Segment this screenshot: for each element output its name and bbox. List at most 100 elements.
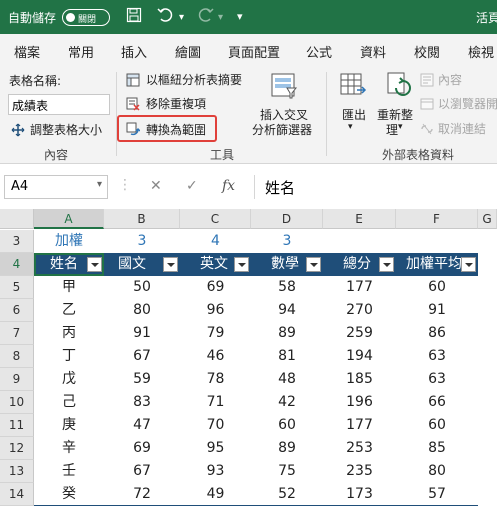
pivot-summary-button[interactable]: 以樞紐分析表摘要 <box>146 71 242 88</box>
english-cell[interactable]: 96 <box>180 299 251 322</box>
english-cell[interactable]: 69 <box>180 276 251 299</box>
column-header-a[interactable]: A <box>34 209 104 229</box>
insert-function-icon[interactable]: fx <box>222 178 235 194</box>
refresh-dropdown-icon[interactable]: ▾ <box>398 122 403 132</box>
formula-input[interactable]: 姓名 <box>254 175 497 199</box>
table-header-cell[interactable]: 國文 <box>104 253 180 276</box>
chinese-cell[interactable]: 67 <box>104 460 180 483</box>
name-cell[interactable]: 庚 <box>34 414 104 437</box>
total-cell[interactable]: 259 <box>323 322 396 345</box>
column-header-f[interactable]: F <box>396 209 478 229</box>
name-cell[interactable]: 壬 <box>34 460 104 483</box>
english-cell[interactable]: 70 <box>180 414 251 437</box>
filter-dropdown-icon[interactable] <box>461 257 476 272</box>
export-dropdown-icon[interactable]: ▾ <box>348 122 353 132</box>
english-cell[interactable]: 79 <box>180 322 251 345</box>
select-all-corner[interactable] <box>0 209 34 229</box>
save-icon[interactable] <box>126 7 142 27</box>
weighted-avg-cell[interactable]: 85 <box>396 437 478 460</box>
export-button[interactable]: 匯出 <box>342 106 366 123</box>
open-in-browser-button[interactable]: 以瀏覽器開 <box>438 95 497 112</box>
total-cell[interactable]: 177 <box>323 414 396 437</box>
english-cell[interactable]: 93 <box>180 460 251 483</box>
english-cell[interactable]: 46 <box>180 345 251 368</box>
chinese-cell[interactable]: 80 <box>104 299 180 322</box>
english-cell[interactable]: 78 <box>180 368 251 391</box>
english-cell[interactable]: 49 <box>180 483 251 506</box>
refresh-button-line2[interactable]: 理 <box>386 121 398 138</box>
tab-page-layout[interactable]: 頁面配置 <box>228 42 280 61</box>
total-cell[interactable]: 270 <box>323 299 396 322</box>
row-header-11[interactable]: 11 <box>0 414 34 437</box>
filter-dropdown-icon[interactable] <box>379 257 394 272</box>
convert-to-range-button[interactable]: 轉換為範圍 <box>146 121 206 138</box>
math-cell[interactable]: 42 <box>251 391 323 414</box>
column-header-e[interactable]: E <box>323 209 396 229</box>
redo-dropdown-icon[interactable]: ▾ <box>218 12 223 23</box>
total-cell[interactable]: 235 <box>323 460 396 483</box>
chinese-cell[interactable]: 59 <box>104 368 180 391</box>
undo-dropdown-icon[interactable]: ▾ <box>179 12 184 23</box>
math-cell[interactable]: 52 <box>251 483 323 506</box>
weighted-avg-cell[interactable]: 63 <box>396 368 478 391</box>
cancel-icon[interactable]: ✕ <box>150 178 162 194</box>
english-cell[interactable]: 95 <box>180 437 251 460</box>
tab-draw[interactable]: 繪圖 <box>175 42 201 61</box>
row-header-5[interactable]: 5 <box>0 276 34 299</box>
math-cell[interactable]: 75 <box>251 460 323 483</box>
total-cell[interactable]: 194 <box>323 345 396 368</box>
row-header-6[interactable]: 6 <box>0 299 34 322</box>
tab-data[interactable]: 資料 <box>360 42 386 61</box>
filter-dropdown-icon[interactable] <box>234 257 249 272</box>
column-header-g[interactable]: G <box>478 209 497 229</box>
undo-icon[interactable] <box>157 7 175 27</box>
weight-cell[interactable]: 3 <box>251 230 323 253</box>
row-header-14[interactable]: 14 <box>0 483 34 506</box>
row-header-12[interactable]: 12 <box>0 437 34 460</box>
english-cell[interactable]: 71 <box>180 391 251 414</box>
chinese-cell[interactable]: 72 <box>104 483 180 506</box>
filter-dropdown-icon[interactable] <box>87 257 102 272</box>
customize-qat-icon[interactable]: ▾ <box>237 10 243 23</box>
chinese-cell[interactable]: 47 <box>104 414 180 437</box>
chinese-cell[interactable]: 91 <box>104 322 180 345</box>
weighted-avg-cell[interactable]: 60 <box>396 276 478 299</box>
table-header-cell[interactable]: 加權平均 <box>396 253 478 276</box>
autosave-toggle[interactable]: 關閉 <box>62 9 110 26</box>
weighted-avg-cell[interactable]: 63 <box>396 345 478 368</box>
name-cell[interactable]: 己 <box>34 391 104 414</box>
chinese-cell[interactable]: 69 <box>104 437 180 460</box>
row-header-10[interactable]: 10 <box>0 391 34 414</box>
total-cell[interactable]: 173 <box>323 483 396 506</box>
weighted-avg-cell[interactable]: 91 <box>396 299 478 322</box>
weighted-avg-cell[interactable]: 57 <box>396 483 478 506</box>
math-cell[interactable]: 94 <box>251 299 323 322</box>
table-header-cell[interactable]: 總分 <box>323 253 396 276</box>
weight-cell[interactable]: 3 <box>104 230 180 253</box>
row-header-13[interactable]: 13 <box>0 460 34 483</box>
row-header-7[interactable]: 7 <box>0 322 34 345</box>
math-cell[interactable]: 81 <box>251 345 323 368</box>
table-header-cell[interactable]: 數學 <box>251 253 323 276</box>
row-header-9[interactable]: 9 <box>0 368 34 391</box>
total-cell[interactable]: 253 <box>323 437 396 460</box>
chinese-cell[interactable]: 50 <box>104 276 180 299</box>
chinese-cell[interactable]: 83 <box>104 391 180 414</box>
unlink-button[interactable]: 取消連結 <box>438 120 486 137</box>
filter-dropdown-icon[interactable] <box>163 257 178 272</box>
weighted-avg-cell[interactable]: 60 <box>396 414 478 437</box>
weight-cell[interactable]: 4 <box>180 230 251 253</box>
column-header-d[interactable]: D <box>251 209 323 229</box>
tab-view[interactable]: 檢視 <box>468 42 494 61</box>
chevron-down-icon[interactable]: ▾ <box>97 179 102 190</box>
name-cell[interactable]: 癸 <box>34 483 104 506</box>
column-header-b[interactable]: B <box>104 209 180 229</box>
tab-review[interactable]: 校閱 <box>414 42 440 61</box>
name-cell[interactable]: 戊 <box>34 368 104 391</box>
weighted-avg-cell[interactable]: 86 <box>396 322 478 345</box>
name-cell[interactable]: 甲 <box>34 276 104 299</box>
tab-home[interactable]: 常用 <box>68 42 94 61</box>
filter-dropdown-icon[interactable] <box>306 257 321 272</box>
resize-table-button[interactable]: 調整表格大小 <box>30 121 102 138</box>
weighted-avg-cell[interactable]: 80 <box>396 460 478 483</box>
